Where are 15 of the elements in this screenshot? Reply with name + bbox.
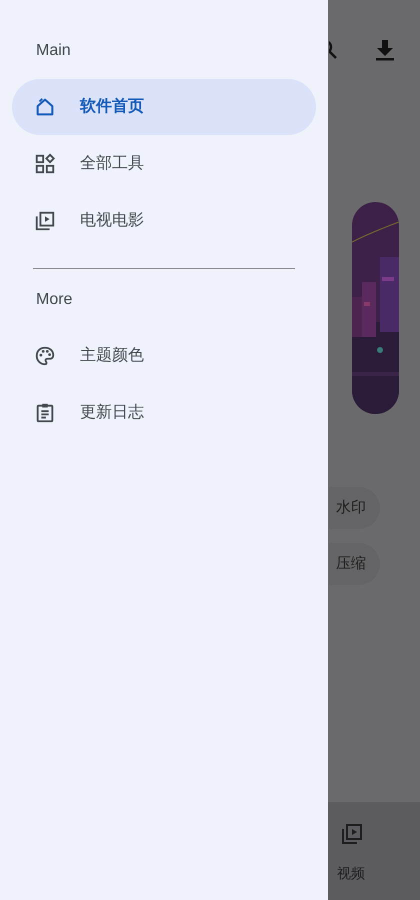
section-header: More [35, 290, 72, 310]
video-library-icon [34, 210, 56, 232]
drawer-item[interactable]: 电视电影 [12, 193, 316, 249]
video-library-icon[interactable] [340, 822, 364, 846]
grid-icon [34, 153, 56, 175]
nav-label: 视频 [337, 864, 365, 883]
section-header: Main [35, 41, 71, 61]
drawer-item[interactable]: 更新日志 [12, 385, 316, 441]
download-icon[interactable] [374, 38, 396, 62]
drawer-item[interactable]: 主题颜色 [12, 328, 316, 384]
drawer-item[interactable]: 软件首页 [12, 79, 316, 135]
clipboard-icon [34, 402, 56, 424]
palette-icon [34, 345, 56, 367]
drawer-item[interactable]: 全部工具 [12, 136, 316, 192]
home-icon [34, 96, 56, 118]
